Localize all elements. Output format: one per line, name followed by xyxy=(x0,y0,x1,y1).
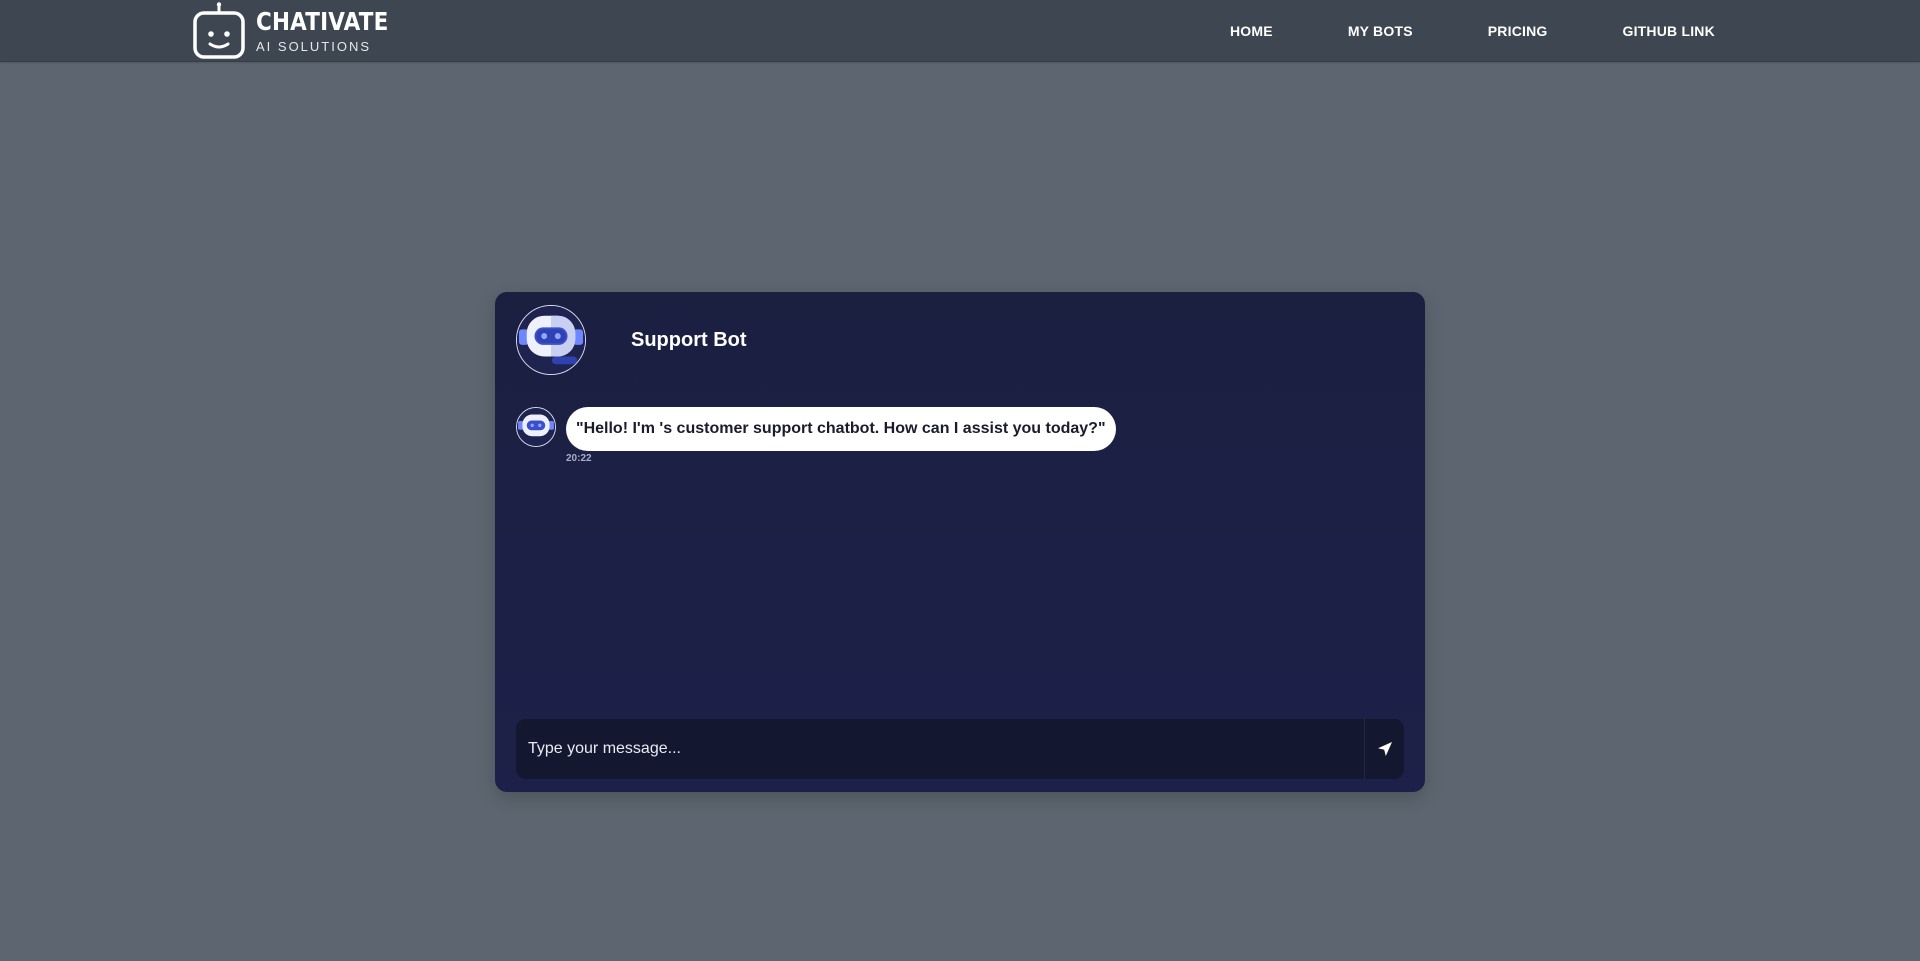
message-timestamp: 20:22 xyxy=(566,453,592,464)
message-composer xyxy=(516,719,1404,779)
message-item: "Hello! I'm 's customer support chatbot.… xyxy=(516,407,1116,464)
message-bubble: "Hello! I'm 's customer support chatbot.… xyxy=(566,407,1116,451)
paper-plane-send-icon xyxy=(1377,742,1392,756)
message-input[interactable] xyxy=(516,719,1364,779)
chat-header: Support Bot xyxy=(516,305,747,375)
nav-link-pricing[interactable]: PRICING xyxy=(1488,23,1548,39)
brand-logo[interactable]: CHATIVATE AI SOLUTIONS xyxy=(190,0,410,62)
main-nav: HOME MY BOTS PRICING GITHUB LINK xyxy=(1230,0,1715,62)
chat-window: Support Bot "Hello! I'm 's customer supp… xyxy=(495,292,1425,792)
nav-link-home[interactable]: HOME xyxy=(1230,23,1273,39)
chat-bot-name: Support Bot xyxy=(631,328,747,351)
robot-avatar-icon xyxy=(516,305,586,375)
brand-title: CHATIVATE xyxy=(256,7,389,36)
robot-face-logo-icon xyxy=(193,2,245,59)
brand-subtitle: AI SOLUTIONS xyxy=(256,39,372,54)
top-navbar: CHATIVATE AI SOLUTIONS HOME MY BOTS PRIC… xyxy=(0,0,1920,62)
nav-link-my-bots[interactable]: MY BOTS xyxy=(1348,23,1413,39)
robot-avatar-icon xyxy=(516,407,556,447)
send-button[interactable] xyxy=(1364,719,1404,779)
nav-link-github[interactable]: GITHUB LINK xyxy=(1623,23,1715,39)
